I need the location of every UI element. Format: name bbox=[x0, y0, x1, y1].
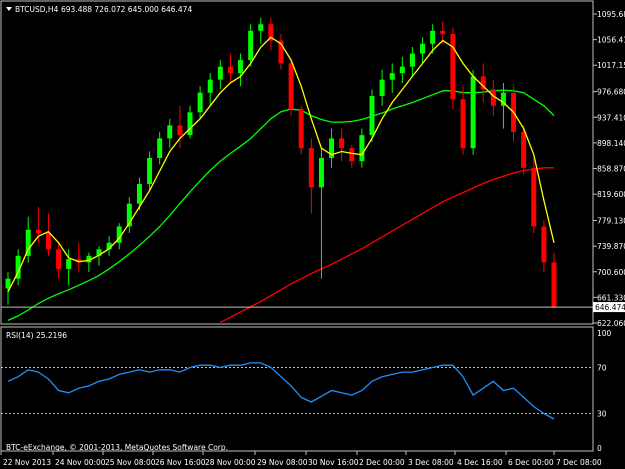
price-tick-label: 661.330 bbox=[597, 293, 625, 302]
price-tick-label: 1095.680 bbox=[597, 10, 625, 19]
time-tick-label: 3 Dec 08:00 bbox=[408, 458, 454, 467]
candle-body bbox=[136, 184, 142, 204]
candle-body bbox=[197, 92, 203, 113]
price-tick-label: 739.870 bbox=[597, 242, 625, 251]
candle-body bbox=[238, 60, 244, 74]
candle-body bbox=[66, 259, 72, 269]
price-tick-label: 858.870 bbox=[597, 165, 625, 174]
candle-body bbox=[45, 233, 51, 250]
price-tick-label: 1017.150 bbox=[597, 61, 625, 70]
candle-body bbox=[217, 66, 223, 80]
candle-body bbox=[187, 112, 193, 136]
candle-body bbox=[227, 66, 233, 74]
candle-body bbox=[248, 30, 254, 61]
price-tick-label: 622.060 bbox=[597, 319, 625, 328]
candle-body bbox=[551, 262, 557, 308]
candle-body bbox=[389, 73, 395, 80]
rsi-level-label: 100 bbox=[597, 329, 612, 338]
candle-body bbox=[531, 167, 537, 227]
time-tick-label: 6 Dec 00:00 bbox=[508, 458, 554, 467]
time-tick-label: 22 Nov 2013 bbox=[3, 458, 51, 467]
rsi-level-label: 30 bbox=[597, 410, 607, 419]
mt4-chart-window[interactable]: BTCUSD,H4 693.488 726.072 645.000 646.47… bbox=[0, 0, 625, 469]
candle-body bbox=[288, 63, 294, 110]
candle-body bbox=[157, 138, 163, 158]
candle-body bbox=[318, 157, 324, 188]
candle-body bbox=[177, 125, 183, 136]
candle-body bbox=[35, 229, 41, 234]
rsi-label: RSI(14) 25.2196 bbox=[6, 331, 67, 340]
time-tick-label: 2 Dec 00:00 bbox=[359, 458, 405, 467]
candle-body bbox=[541, 226, 547, 263]
candle-body bbox=[147, 157, 153, 185]
price-tick-label: 937.410 bbox=[597, 113, 625, 122]
candle-body bbox=[167, 125, 173, 139]
candle-body bbox=[409, 53, 415, 67]
candle-body bbox=[308, 148, 314, 188]
time-tick-label: 28 Nov 00:00 bbox=[205, 458, 256, 467]
price-tick-label: 976.680 bbox=[597, 88, 625, 97]
time-tick-label: 7 Dec 08:00 bbox=[556, 458, 602, 467]
time-tick-label: 26 Nov 16:00 bbox=[155, 458, 206, 467]
rsi-level-label: 70 bbox=[597, 364, 607, 373]
price-tick-label: 700.600 bbox=[597, 268, 625, 277]
candle-body bbox=[430, 30, 436, 44]
ohlc-readout: 693.488 726.072 645.000 646.474 bbox=[61, 5, 192, 14]
price-tick-label: 779.130 bbox=[597, 217, 625, 226]
candle-body bbox=[399, 66, 405, 74]
candle-body bbox=[369, 95, 375, 136]
symbol-label: BTCUSD,H4 bbox=[15, 5, 59, 14]
candle-body bbox=[450, 34, 456, 100]
price-tick-label: 898.140 bbox=[597, 139, 625, 148]
copyright-text: BTC-eExchange, © 2001-2013, MetaQuotes S… bbox=[6, 443, 228, 452]
current-price-label: 646.474 bbox=[595, 303, 625, 312]
candle-body bbox=[56, 249, 62, 269]
candle-body bbox=[298, 109, 304, 149]
candle-body bbox=[460, 99, 466, 149]
candle-body bbox=[521, 131, 527, 168]
chart-background bbox=[0, 0, 625, 469]
time-tick-label: 25 Nov 08:00 bbox=[105, 458, 156, 467]
time-tick-label: 24 Nov 00:00 bbox=[55, 458, 106, 467]
price-tick-label: 819.600 bbox=[597, 190, 625, 199]
candle-body bbox=[420, 43, 426, 54]
candle-body bbox=[349, 148, 355, 162]
rsi-level-label: 0 bbox=[597, 444, 602, 453]
candle-body bbox=[207, 79, 213, 93]
candle-body bbox=[339, 138, 345, 149]
time-tick-label: 29 Nov 08:00 bbox=[257, 458, 308, 467]
candle-body bbox=[440, 30, 446, 35]
price-tick-label: 1056.410 bbox=[597, 36, 625, 45]
candle-body bbox=[359, 135, 365, 162]
candle-body bbox=[379, 79, 385, 96]
time-tick-label: 4 Dec 16:00 bbox=[457, 458, 503, 467]
candle-body bbox=[258, 24, 264, 31]
time-tick-label: 30 Nov 16:00 bbox=[308, 458, 359, 467]
candle-body bbox=[470, 76, 476, 149]
